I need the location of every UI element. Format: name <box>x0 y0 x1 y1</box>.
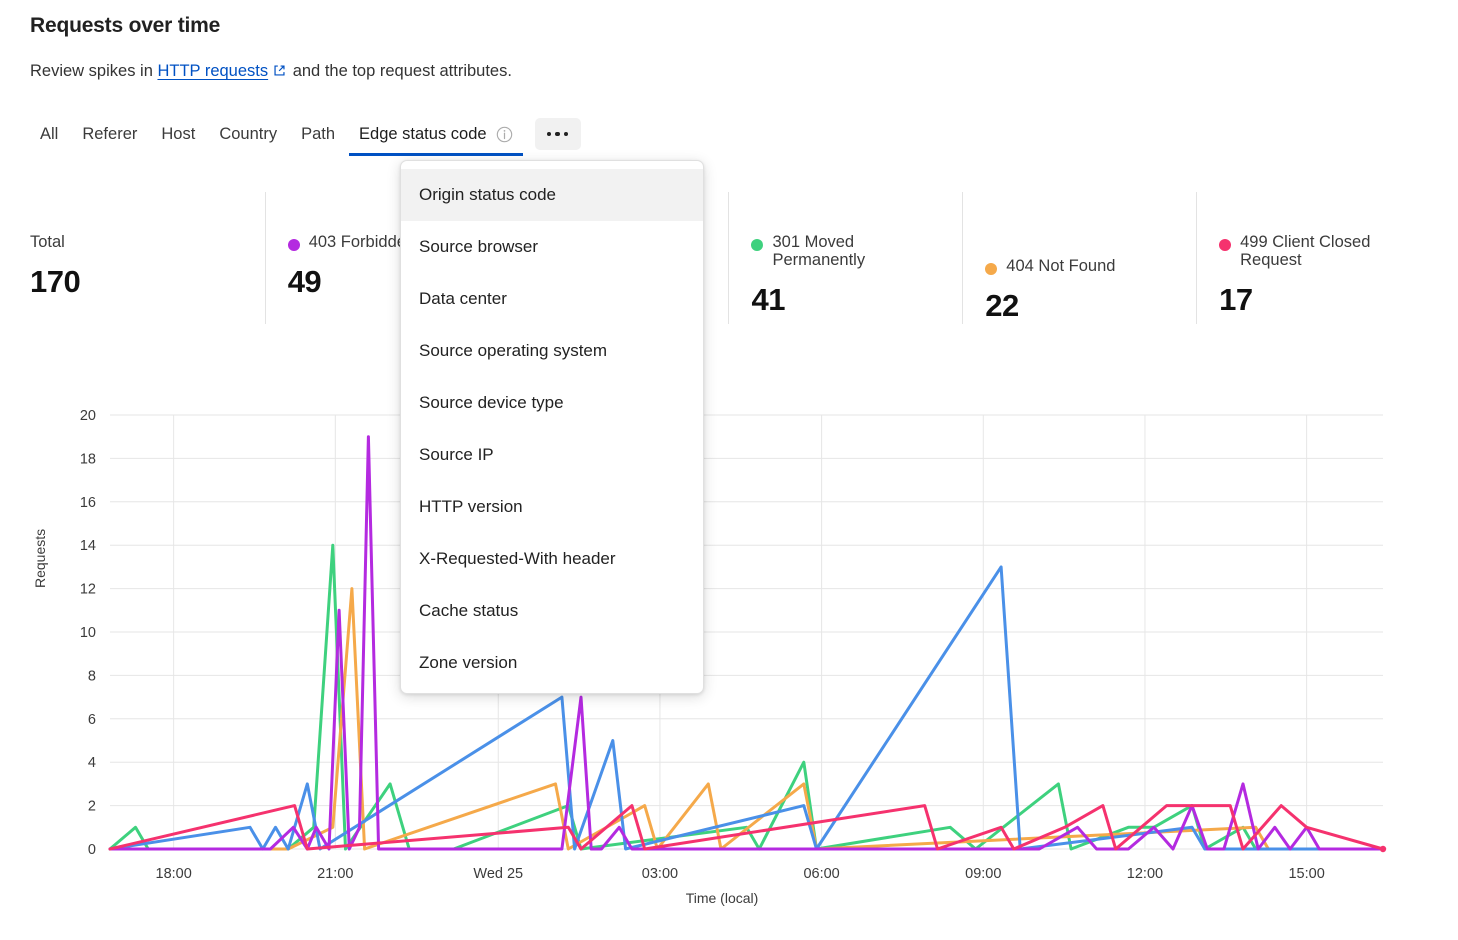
stat-card-404: 404 Not Found 22 <box>962 192 1196 324</box>
tab-label: Path <box>301 124 336 143</box>
stat-label-text: Total <box>30 233 65 251</box>
y-tick-label: 6 <box>88 712 96 728</box>
stat-label-text: 404 Not Found <box>1006 257 1116 275</box>
tab-edge-status-code[interactable]: Edge status code <box>347 119 525 156</box>
x-tick-label: 21:00 <box>317 866 353 882</box>
http-requests-link[interactable]: HTTP requests <box>157 62 268 80</box>
stat-value: 170 <box>30 263 81 299</box>
stat-card-total: Total 170 <box>28 192 265 324</box>
subtitle-prefix: Review spikes in <box>30 62 158 80</box>
series-line <box>108 435 1385 851</box>
tab-label: All <box>40 124 59 143</box>
menu-item-zone-version[interactable]: Zone version <box>401 637 703 689</box>
stat-label: 499 Client Closed Request <box>1219 233 1406 270</box>
tab-path[interactable]: Path <box>289 119 347 156</box>
dot-2 <box>555 131 560 137</box>
info-icon[interactable] <box>496 126 513 143</box>
y-tick-label: 0 <box>88 842 96 858</box>
stat-label-text: 301 Moved Permanently <box>772 233 866 269</box>
x-tick-label: 18:00 <box>156 866 192 882</box>
stat-label-text: 499 Client Closed Request <box>1240 233 1371 269</box>
more-options-button[interactable] <box>534 118 581 150</box>
menu-item-source-ip[interactable]: Source IP <box>401 429 703 481</box>
y-tick-label: 10 <box>80 625 96 641</box>
stat-value: 41 <box>751 281 785 317</box>
series-color-dot <box>985 263 998 275</box>
external-link-icon <box>273 64 286 77</box>
series-end-dot <box>1379 845 1387 853</box>
stat-card-499: 499 Client Closed Request 17 <box>1196 192 1428 324</box>
page-subtitle: Review spikes in HTTP requests and the t… <box>30 62 512 81</box>
menu-item-source-browser[interactable]: Source browser <box>401 221 703 273</box>
y-tick-label: 12 <box>80 582 96 598</box>
x-tick-label: 15:00 <box>1288 866 1324 882</box>
y-tick-label: 4 <box>88 755 96 771</box>
y-tick-label: 14 <box>80 538 96 554</box>
page-title: Requests over time <box>30 14 221 37</box>
tab-label: Country <box>219 124 278 143</box>
menu-item-cache-status[interactable]: Cache status <box>401 585 703 637</box>
attribute-tabs: All Referer Host Country Path Edge statu… <box>28 115 581 159</box>
x-tick-label: 06:00 <box>803 866 839 882</box>
tab-label: Host <box>161 124 196 143</box>
stat-value: 17 <box>1219 281 1253 317</box>
y-tick-label: 2 <box>88 799 96 815</box>
menu-item-http-version[interactable]: HTTP version <box>401 481 703 533</box>
dot-1 <box>546 131 552 137</box>
tab-label: Edge status code <box>359 124 487 143</box>
menu-item-origin-status-code[interactable]: Origin status code <box>401 169 703 221</box>
attribute-dropdown-menu[interactable]: Origin status code Source browser Data c… <box>400 160 704 694</box>
stat-value: 22 <box>985 287 1019 323</box>
x-tick-label: 03:00 <box>642 866 678 882</box>
stat-card-301: 301 Moved Permanently 41 <box>728 192 962 324</box>
tab-all[interactable]: All <box>28 119 70 156</box>
series-color-dot <box>751 239 764 251</box>
tab-referer[interactable]: Referer <box>70 119 149 156</box>
tab-host[interactable]: Host <box>149 119 207 156</box>
stat-label: 404 Not Found <box>985 257 1174 276</box>
y-tick-label: 8 <box>88 668 96 684</box>
menu-item-source-operating-system[interactable]: Source operating system <box>401 325 703 377</box>
x-axis-title: Time (local) <box>0 890 1458 906</box>
stats-summary-row: Total 170 403 Forbidden 49 200 OK 41 <box>28 192 1428 324</box>
stat-label: 301 Moved Permanently <box>751 233 940 270</box>
tab-label: Referer <box>82 124 138 143</box>
dot-3 <box>563 131 569 137</box>
subtitle-suffix: and the top request attributes. <box>288 62 512 80</box>
stat-label: Total <box>30 233 220 252</box>
requests-over-time-chart[interactable]: 0 2 4 6 8 10 12 14 16 18 20 18:00 21:00 Wed 25 03:00 06… <box>0 390 1458 930</box>
menu-item-x-requested-with-header[interactable]: X-Requested-With header <box>401 533 703 585</box>
menu-item-data-center[interactable]: Data center <box>401 273 703 325</box>
y-tick-label: 20 <box>80 408 96 424</box>
x-tick-label: 12:00 <box>1127 866 1163 882</box>
y-tick-label: 16 <box>80 495 96 511</box>
x-tick-label: Wed 25 <box>473 866 523 882</box>
series-color-dot <box>1219 239 1232 251</box>
series-color-dot <box>287 239 300 251</box>
y-tick-label: 18 <box>80 451 96 467</box>
x-tick-label: 09:00 <box>965 866 1001 882</box>
tab-country[interactable]: Country <box>207 119 289 156</box>
x-axis-title-text: Time (local) <box>685 890 759 906</box>
menu-item-source-device-type[interactable]: Source device type <box>401 377 703 429</box>
